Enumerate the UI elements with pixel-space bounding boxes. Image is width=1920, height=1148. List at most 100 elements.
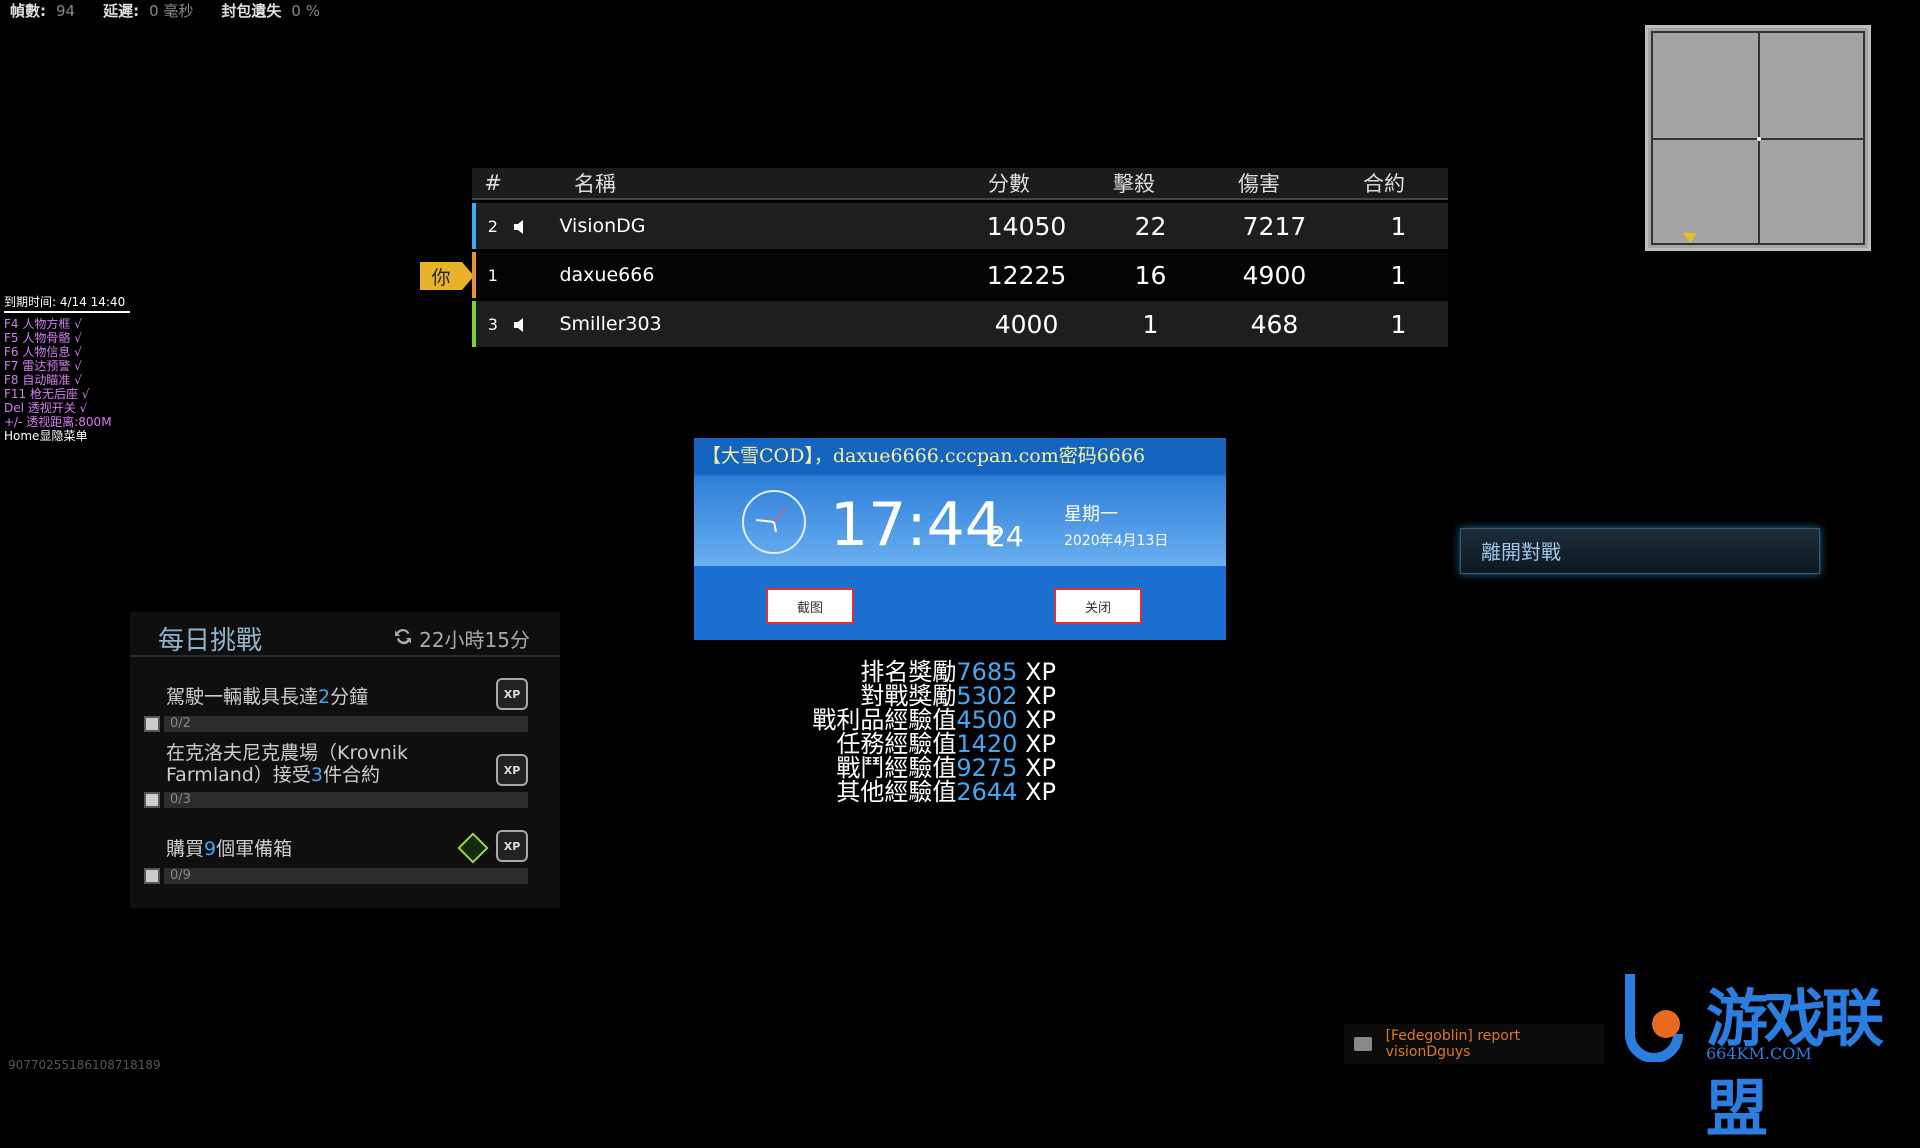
- divider: [130, 655, 560, 657]
- row-name: VisionDG: [559, 215, 646, 237]
- menu-line: F6 人物信息 √: [4, 345, 82, 359]
- challenge-task: 駕駛一輛載具長達2分鐘: [166, 686, 522, 708]
- row-rank: 2: [487, 216, 498, 236]
- task-count: 3: [310, 764, 323, 786]
- speaker-icon[interactable]: [513, 212, 536, 241]
- xp-reward-row: 任務經驗值1420 XP: [836, 730, 1056, 758]
- menu-line: F11 枪无后座 √: [4, 387, 90, 401]
- fps-stat: 幀數: 94: [10, 2, 76, 20]
- row-score: 4000: [994, 309, 1059, 339]
- row-kills: 1: [1142, 309, 1159, 339]
- packet-loss-stat: 封包遺失 0 %: [221, 2, 320, 20]
- menu-line: Del 透视开关 √: [4, 401, 88, 415]
- minimap-center-dot: [1757, 137, 1761, 141]
- xp-reward-row: 對戰獎勵5302 XP: [860, 682, 1056, 710]
- task-text: 駕駛一輛載具長達: [166, 686, 319, 708]
- row-kills: 22: [1134, 211, 1167, 241]
- xp-reward-row: 戰利品經驗值4500 XP: [812, 706, 1056, 734]
- weekday: 星期一: [1064, 504, 1118, 525]
- serial-number: 90770255186108718189: [8, 1058, 161, 1072]
- header-score: 分數: [988, 172, 1030, 196]
- chat-box[interactable]: [Fedegoblin] report visionDguys: [1344, 1024, 1604, 1064]
- chat-icon[interactable]: [1354, 1037, 1372, 1051]
- progress-icon: [144, 792, 160, 808]
- watermark: 游戏联盟 664KM.COM: [1620, 968, 1910, 1145]
- row-rank: 3: [487, 314, 498, 334]
- menu-line: F7 雷达预警 √: [4, 359, 82, 373]
- screenshot-button[interactable]: 截图: [766, 588, 854, 624]
- team-color-bar: [472, 203, 476, 249]
- expiry-time: 到期时间: 4/14 14:40: [4, 295, 130, 313]
- task-count: 9: [204, 838, 217, 860]
- task-progress: 0/9: [144, 868, 528, 884]
- you-marker: 你: [420, 262, 474, 290]
- xp-reward-row: 戰鬥經驗值9275 XP: [836, 754, 1056, 782]
- date: 2020年4月13日: [1064, 533, 1169, 549]
- scoreboard-row[interactable]: 3 Smiller303 4000 1 468 1: [472, 301, 1448, 347]
- analog-clock-icon: [742, 490, 806, 554]
- menu-line: F5 人物骨骼 √: [4, 331, 82, 345]
- minimap: [1645, 25, 1871, 251]
- daily-timer: 22小時15分: [393, 624, 530, 653]
- player-marker-icon: [1683, 233, 1697, 243]
- xp-badge-icon: XP: [496, 678, 528, 710]
- challenge-task: 在克洛夫尼克農場（Krovnik Farmland）接受3件合約: [166, 742, 416, 786]
- scoreboard-header: # 名稱 分數 擊殺 傷害 合約: [472, 168, 1448, 200]
- overlay-menu: 到期时间: 4/14 14:40 F4 人物方框 √ F5 人物骨骼 √ F6 …: [4, 295, 130, 443]
- team-color-bar: [472, 301, 476, 347]
- xp-reward-row: 其他經驗值2644 XP: [836, 778, 1056, 806]
- task-progress: 0/2: [144, 716, 528, 732]
- popup-title: 【大雪COD】，daxue6666.cccpan.com密码6666: [694, 438, 1226, 474]
- menu-line: F4 人物方框 √: [4, 317, 82, 331]
- digital-seconds: 24: [988, 520, 1024, 553]
- progress-text: 0/2: [164, 716, 528, 732]
- header-damage: 傷害: [1238, 172, 1280, 196]
- chat-message: [Fedegoblin] report visionDguys: [1385, 1028, 1521, 1060]
- latency-stat: 延遲: 0 毫秒: [103, 2, 194, 20]
- row-name: daxue666: [559, 264, 655, 286]
- header-name: 名稱: [574, 172, 616, 196]
- scoreboard-row-self[interactable]: 1 daxue666 12225 16 4900 1: [472, 252, 1448, 298]
- performance-stats: 幀數: 94 延遲: 0 毫秒 封包遺失 0 %: [10, 0, 320, 21]
- progress-text: 0/3: [164, 792, 528, 808]
- row-contracts: 1: [1390, 211, 1407, 241]
- task-text-post: 分鐘: [330, 686, 369, 708]
- xp-reward-row: 排名獎勵7685 XP: [860, 658, 1056, 686]
- task-text-post: 件合約: [322, 764, 380, 786]
- xp-badge-icon: XP: [496, 754, 528, 786]
- menu-line: +/- 透视距离:800M: [4, 415, 112, 429]
- progress-text: 0/9: [164, 868, 528, 884]
- menu-line: F8 自动瞄准 √: [4, 373, 82, 387]
- progress-icon: [144, 868, 160, 884]
- progress-icon: [144, 716, 160, 732]
- task-count: 2: [318, 686, 331, 708]
- timer-text: 22小時15分: [419, 628, 530, 652]
- task-progress: 0/3: [144, 792, 528, 808]
- header-contracts: 合約: [1363, 172, 1405, 196]
- speaker-icon[interactable]: [513, 310, 536, 339]
- leave-match-button[interactable]: 離開對戰: [1460, 528, 1820, 574]
- row-score: 12225: [986, 260, 1067, 290]
- watermark-url: 664KM.COM: [1706, 1044, 1812, 1063]
- daily-challenge-panel: 每日挑戰 22小時15分 駕駛一輛載具長達2分鐘 XP 0/2 在克洛夫尼克農場…: [130, 612, 560, 908]
- xp-rewards-list: 排名獎勵7685 XP 對戰獎勵5302 XP 戰利品經驗值4500 XP 任務…: [760, 660, 1056, 804]
- digital-time: 17:44: [830, 490, 1003, 560]
- xp-badge-icon: XP: [496, 830, 528, 862]
- close-button[interactable]: 关闭: [1054, 588, 1142, 624]
- scoreboard-row[interactable]: 2 VisionDG 14050 22 7217 1: [472, 203, 1448, 249]
- scoreboard: # 名稱 分數 擊殺 傷害 合約 2 VisionDG 14050 22 721…: [472, 168, 1448, 347]
- clock-popup: 【大雪COD】，daxue6666.cccpan.com密码6666 17:44…: [694, 438, 1226, 640]
- refresh-icon: [393, 626, 413, 651]
- task-text: 購買: [166, 838, 205, 860]
- row-contracts: 1: [1390, 260, 1407, 290]
- minimap-grid: [1651, 31, 1865, 245]
- header-kills: 擊殺: [1113, 172, 1155, 196]
- daily-challenge-title: 每日挑戰: [158, 626, 263, 656]
- watermark-logo-icon: [1625, 974, 1683, 1063]
- row-kills: 16: [1134, 260, 1167, 290]
- row-contracts: 1: [1390, 309, 1407, 339]
- task-text-post: 個軍備箱: [216, 838, 293, 860]
- row-name: Smiller303: [559, 313, 662, 335]
- row-score: 14050: [986, 211, 1067, 241]
- menu-footer: Home显隐菜单: [4, 429, 88, 443]
